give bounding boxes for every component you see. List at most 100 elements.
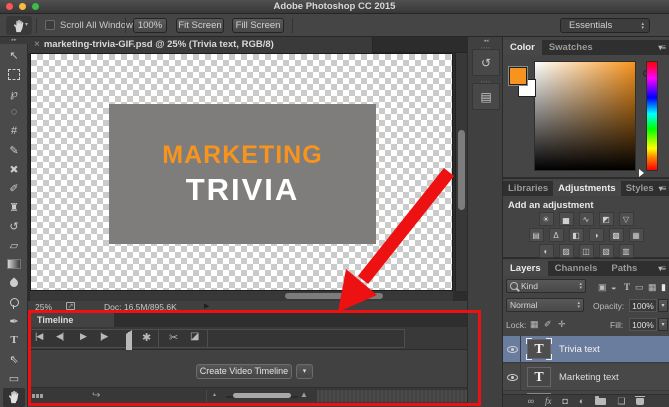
- convert-to-frame-animation-icon[interactable]: [32, 394, 45, 399]
- move-tool[interactable]: ↖: [3, 46, 25, 65]
- levels-icon[interactable]: ▅: [559, 212, 574, 226]
- hue-slider-marker[interactable]: [639, 169, 648, 177]
- workspace-switcher[interactable]: Essentials ▴▾: [560, 18, 650, 33]
- zoom-level[interactable]: 25%: [35, 302, 52, 312]
- next-frame-button[interactable]: |▶: [100, 331, 107, 342]
- play-button[interactable]: ▶: [80, 331, 86, 342]
- lock-position-icon[interactable]: ✛: [558, 319, 566, 330]
- filter-adjustment-layers-icon[interactable]: ◒: [611, 282, 616, 292]
- color-panel-menu-icon[interactable]: ▾≡: [658, 40, 669, 55]
- share-icon[interactable]: ↗: [66, 302, 75, 310]
- delete-layer-icon[interactable]: [636, 398, 644, 405]
- filter-smart-objects-icon[interactable]: ▦: [648, 282, 657, 293]
- filter-type-layers-icon[interactable]: T: [624, 282, 630, 292]
- first-frame-button[interactable]: |◀: [35, 331, 42, 342]
- layer-thumbnail[interactable]: T: [527, 339, 551, 359]
- invert-icon[interactable]: ◐: [539, 244, 554, 258]
- gradient-map-icon[interactable]: ▥: [619, 244, 634, 258]
- tab-paths[interactable]: Paths: [604, 261, 644, 276]
- layer-style-icon[interactable]: fx: [545, 396, 552, 406]
- crop-tool[interactable]: #: [3, 122, 25, 141]
- lock-transparency-icon[interactable]: ▦: [530, 319, 539, 330]
- timeline-tab[interactable]: Timeline: [30, 313, 114, 327]
- clone-stamp-tool[interactable]: ♜: [3, 198, 25, 217]
- exposure-icon[interactable]: ◩: [599, 212, 614, 226]
- type-tool[interactable]: T: [3, 331, 25, 350]
- tab-swatches[interactable]: Swatches: [542, 40, 600, 55]
- posterize-icon[interactable]: ▨: [559, 244, 574, 258]
- fill-value[interactable]: 100%: [629, 318, 657, 331]
- tab-layers[interactable]: Layers: [503, 261, 548, 276]
- brush-tool[interactable]: ✐: [3, 179, 25, 198]
- tab-adjustments[interactable]: Adjustments: [553, 181, 621, 196]
- lock-paint-icon[interactable]: ✐: [544, 319, 552, 330]
- toolbox-collapse-button[interactable]: ▸▸: [0, 37, 28, 44]
- zoom-out-timeline-icon[interactable]: ▴: [213, 391, 216, 398]
- tab-color[interactable]: Color: [503, 40, 542, 55]
- layer-row-marketing[interactable]: T Marketing text: [503, 364, 669, 391]
- dock-collapse-button[interactable]: ◂◂: [468, 38, 504, 44]
- timeline-zoom-slider-thumb[interactable]: [233, 393, 291, 398]
- marquee-tool[interactable]: [3, 65, 25, 84]
- zoom-in-timeline-icon[interactable]: ▲: [300, 390, 308, 399]
- tab-styles[interactable]: Styles: [621, 181, 659, 196]
- blend-mode-dropdown[interactable]: Normal ▴▾: [506, 298, 584, 312]
- history-brush-tool[interactable]: ↺: [3, 217, 25, 236]
- opacity-value[interactable]: 100%: [629, 299, 657, 312]
- split-at-playhead-button[interactable]: ✂: [169, 331, 177, 344]
- scroll-all-windows-checkbox[interactable]: [45, 20, 55, 30]
- pen-tool[interactable]: ✒: [3, 312, 25, 331]
- brightness-contrast-icon[interactable]: ☀: [539, 212, 554, 226]
- rectangle-tool[interactable]: ▭: [3, 369, 25, 388]
- threshold-icon[interactable]: ◫: [579, 244, 594, 258]
- color-lookup-icon[interactable]: ▦: [629, 228, 644, 242]
- create-video-timeline-button[interactable]: Create Video Timeline: [196, 364, 292, 379]
- quick-selection-tool[interactable]: ◌: [3, 103, 25, 122]
- document-tab[interactable]: ×marketing-trivia-GIF.psd @ 25% (Trivia …: [28, 37, 373, 53]
- healing-brush-tool[interactable]: ✚: [3, 160, 25, 179]
- vibrance-icon[interactable]: ▽: [619, 212, 634, 226]
- link-layers-icon[interactable]: ∞: [528, 396, 534, 406]
- adjustments-panel-menu-icon[interactable]: ▾≡: [659, 181, 669, 196]
- hue-saturation-icon[interactable]: ▤: [529, 228, 544, 242]
- group-layers-icon[interactable]: [595, 398, 606, 405]
- zoom-100-button[interactable]: 100%: [133, 18, 167, 33]
- transition-button[interactable]: ◪: [190, 331, 198, 342]
- fill-dropdown-caret[interactable]: ▾: [658, 318, 668, 331]
- visibility-toggle[interactable]: [503, 364, 521, 391]
- tab-channels[interactable]: Channels: [548, 261, 605, 276]
- black-white-icon[interactable]: ◧: [569, 228, 584, 242]
- new-layer-icon[interactable]: ❏: [617, 396, 625, 407]
- loop-icon[interactable]: ↪: [92, 390, 100, 401]
- vertical-scrollbar-thumb[interactable]: [458, 130, 465, 210]
- tab-libraries[interactable]: Libraries: [503, 181, 553, 196]
- properties-panel-icon[interactable]: ▤: [472, 83, 500, 110]
- filter-toggle[interactable]: ▮: [661, 282, 666, 293]
- gradient-tool[interactable]: [3, 255, 25, 274]
- tool-preset-caret[interactable]: ▾: [25, 21, 28, 28]
- horizontal-scrollbar[interactable]: [30, 291, 453, 301]
- horizontal-scrollbar-thumb[interactable]: [285, 293, 383, 299]
- channel-mixer-icon[interactable]: ▩: [609, 228, 624, 242]
- dodge-tool[interactable]: [3, 293, 25, 312]
- hand-tool[interactable]: [3, 388, 25, 407]
- canvas[interactable]: MARKETING TRIVIA: [30, 53, 453, 291]
- timeline-settings-button[interactable]: ✱: [142, 331, 150, 344]
- saturation-brightness-picker[interactable]: [534, 61, 636, 171]
- lasso-tool[interactable]: ℘: [3, 84, 25, 103]
- layer-filter-kind-dropdown[interactable]: Kind ▴▾: [506, 279, 586, 293]
- fit-screen-button[interactable]: Fit Screen: [176, 18, 224, 33]
- filter-shape-layers-icon[interactable]: ▭: [635, 282, 644, 293]
- history-panel-icon[interactable]: ↺: [472, 49, 500, 76]
- layer-mask-icon[interactable]: ◘: [562, 396, 567, 406]
- curves-icon[interactable]: ∿: [579, 212, 594, 226]
- create-timeline-dropdown-button[interactable]: ▾: [296, 364, 313, 379]
- eraser-tool[interactable]: ▱: [3, 236, 25, 255]
- blur-tool[interactable]: [3, 274, 25, 293]
- filter-pixel-layers-icon[interactable]: ▣: [598, 282, 607, 293]
- fill-screen-button[interactable]: Fill Screen: [232, 18, 284, 33]
- adjustment-layer-icon[interactable]: ◐: [579, 396, 584, 406]
- close-tab-icon[interactable]: ×: [28, 39, 44, 50]
- layer-row-trivia[interactable]: T Trivia text: [503, 336, 669, 363]
- status-flyout-icon[interactable]: ▶: [204, 302, 209, 310]
